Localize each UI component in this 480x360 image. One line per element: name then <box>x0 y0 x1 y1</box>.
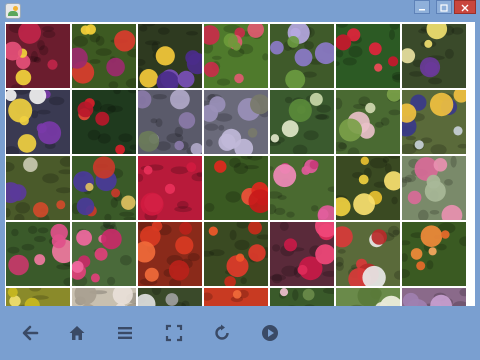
bottom-toolbar <box>0 306 480 360</box>
photo-thumbnail[interactable] <box>204 222 268 286</box>
back-button[interactable] <box>19 322 41 344</box>
photo-thumbnail[interactable] <box>138 90 202 154</box>
photo-thumbnail[interactable] <box>72 24 136 88</box>
thumbnail-image <box>138 90 202 154</box>
play-slideshow-button[interactable] <box>259 322 281 344</box>
photo-thumbnail[interactable] <box>336 156 400 220</box>
thumbnail-image <box>204 222 268 286</box>
thumbnail-image <box>402 90 466 154</box>
thumbnail-image <box>204 93 268 154</box>
photo-thumbnail[interactable] <box>72 156 136 220</box>
photo-thumbnail[interactable] <box>402 288 466 306</box>
thumbnail-image <box>138 24 202 88</box>
close-button[interactable] <box>454 0 476 14</box>
thumbnail-image <box>279 288 334 306</box>
thumbnail-image <box>138 222 200 286</box>
minimize-icon <box>419 9 425 11</box>
minimize-button[interactable] <box>414 0 430 14</box>
refresh-button[interactable] <box>211 322 233 344</box>
thumbnail-image <box>350 288 400 306</box>
thumbnail-image <box>204 156 268 213</box>
photo-thumbnail[interactable] <box>402 222 466 286</box>
photo-thumbnail[interactable] <box>336 222 400 286</box>
thumbnail-image <box>6 24 58 88</box>
photo-thumbnail[interactable] <box>6 24 70 88</box>
title-bar <box>0 0 480 22</box>
close-icon <box>461 4 469 12</box>
photo-thumbnail[interactable] <box>138 156 202 220</box>
photo-thumbnail[interactable] <box>6 222 70 286</box>
thumbnail-image <box>72 222 132 286</box>
photo-thumbnail[interactable] <box>204 288 268 306</box>
maximize-icon <box>440 4 448 12</box>
thumbnail-image <box>402 288 466 306</box>
thumbnail-image <box>336 24 400 83</box>
thumbnail-image <box>72 24 136 88</box>
thumbnail-image <box>336 156 400 217</box>
photo-viewer-app-icon <box>5 3 21 19</box>
thumbnail-image <box>138 162 202 220</box>
thumbnail-image <box>7 288 49 306</box>
thumbnail-image <box>270 222 334 284</box>
photo-thumbnail[interactable] <box>6 156 70 220</box>
maximize-button[interactable] <box>436 0 452 14</box>
home-button[interactable] <box>66 322 88 344</box>
thumbnail-image <box>336 225 400 286</box>
menu-icon <box>118 327 132 339</box>
play-icon <box>262 325 278 341</box>
photo-thumbnail[interactable] <box>270 222 334 286</box>
photo-thumbnail[interactable] <box>270 90 334 154</box>
photo-thumbnail[interactable] <box>336 90 400 154</box>
menu-button[interactable] <box>114 322 136 344</box>
thumbnail-image <box>74 288 136 306</box>
refresh-icon <box>215 324 229 340</box>
photo-thumbnail[interactable] <box>138 222 202 286</box>
thumbnail-image <box>270 92 331 154</box>
thumbnail-image <box>336 90 400 154</box>
photo-thumbnail[interactable] <box>72 222 136 286</box>
thumbnail-image <box>138 288 190 306</box>
fullscreen-icon <box>165 324 183 342</box>
photo-thumbnail[interactable] <box>402 24 466 88</box>
thumbnail-image <box>77 90 136 154</box>
thumbnail-image <box>270 24 334 88</box>
thumbnail-grid <box>5 22 475 306</box>
photo-thumbnail[interactable] <box>204 156 268 220</box>
photo-thumbnail[interactable] <box>204 90 268 154</box>
photo-thumbnail[interactable] <box>336 24 400 88</box>
thumbnail-image <box>402 24 464 85</box>
thumbnail-image <box>204 289 249 303</box>
thumbnail-image <box>402 222 466 279</box>
photo-thumbnail[interactable] <box>6 288 70 306</box>
photo-thumbnail[interactable] <box>6 90 70 154</box>
thumbnail-image <box>7 223 70 286</box>
back-arrow-icon <box>22 325 39 341</box>
home-icon <box>69 326 85 340</box>
thumbnail-image <box>6 156 70 220</box>
photo-thumbnail[interactable] <box>270 288 334 306</box>
fullscreen-button[interactable] <box>163 322 185 344</box>
thumbnail-image <box>402 156 463 220</box>
thumbnail-image <box>72 156 136 220</box>
photo-thumbnail[interactable] <box>402 156 466 220</box>
photo-thumbnail[interactable] <box>72 90 136 154</box>
photo-thumbnail[interactable] <box>336 288 400 306</box>
photo-thumbnail[interactable] <box>72 288 136 306</box>
photo-thumbnail[interactable] <box>138 24 202 88</box>
photo-thumbnail[interactable] <box>204 24 268 88</box>
photo-thumbnail[interactable] <box>402 90 466 154</box>
thumbnail-image <box>204 24 268 86</box>
thumbnail-image <box>6 90 65 154</box>
photo-thumbnail[interactable] <box>270 156 334 220</box>
photo-thumbnail[interactable] <box>270 24 334 88</box>
thumbnail-image <box>270 159 334 220</box>
photo-thumbnail[interactable] <box>138 288 202 306</box>
